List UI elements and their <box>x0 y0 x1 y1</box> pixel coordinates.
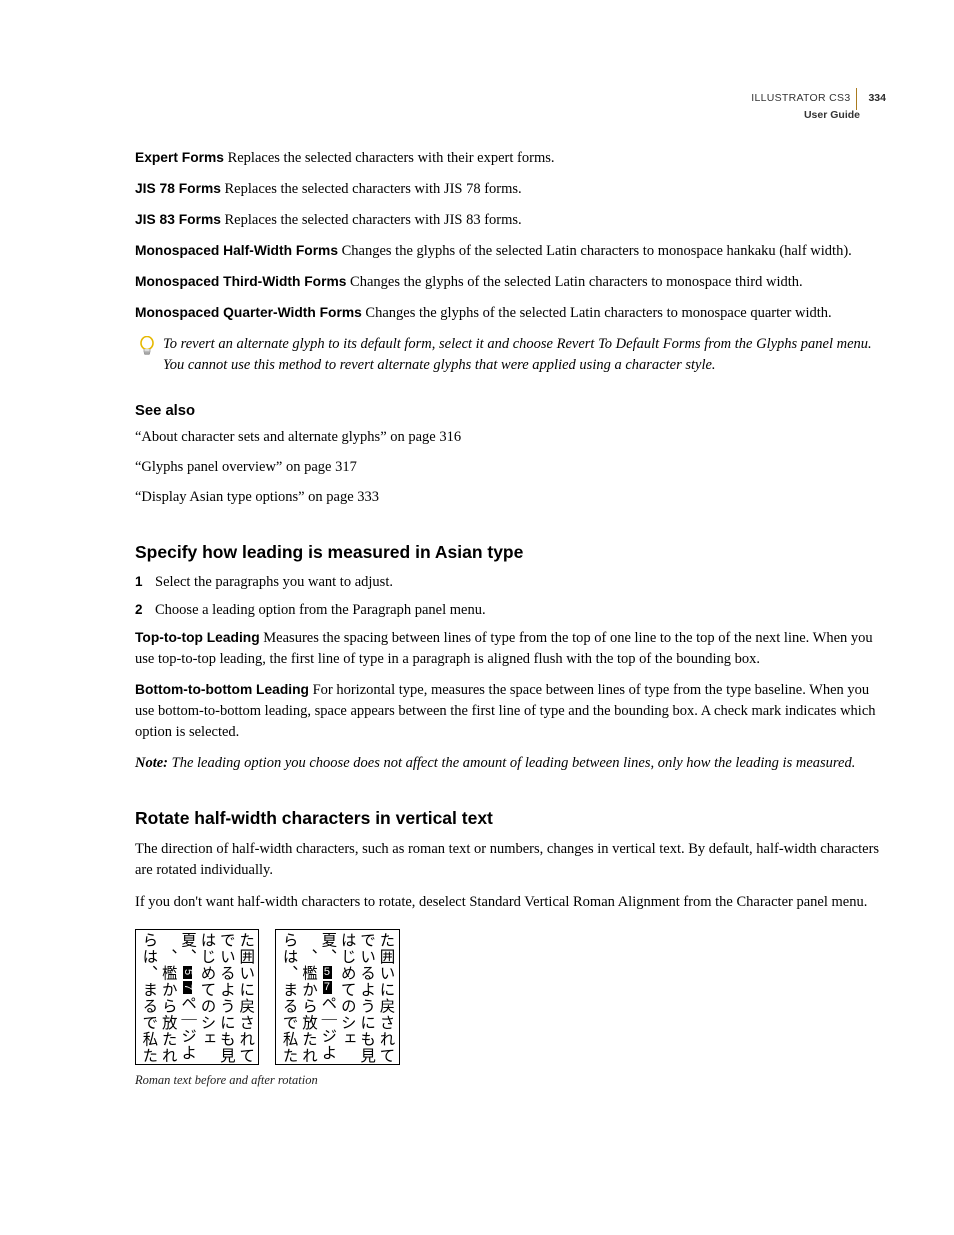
def-expert-forms: Expert Forms Replaces the selected chara… <box>135 148 886 169</box>
jp-col: 、檻から放たれた <box>299 932 318 1064</box>
jp-col: はじめてのシェ <box>197 932 216 1064</box>
jp-col: でいるようにも見 <box>357 932 376 1064</box>
def-mono-quarter: Monospaced Quarter-Width Forms Changes t… <box>135 303 886 324</box>
def-term: Monospaced Half-Width Forms <box>135 243 338 258</box>
figure-rotation: た囲いに戻されて でいるようにも見 はじめてのシェ 夏、57ペ｜ジよ 、檻から放… <box>135 929 886 1089</box>
def-jis78: JIS 78 Forms Replaces the selected chara… <box>135 179 886 200</box>
note-label: Note: <box>135 755 168 771</box>
roman-upright: 5 <box>323 966 332 979</box>
rotate-p2: If you don't want half-width characters … <box>135 892 886 913</box>
figure-caption: Roman text before and after rotation <box>135 1071 886 1089</box>
roman-upright: 7 <box>323 981 332 994</box>
figure-row: た囲いに戻されて でいるようにも見 はじめてのシェ 夏、57ペ｜ジよ 、檻から放… <box>135 929 886 1065</box>
def-bottom-to-bottom: Bottom-to-bottom Leading For horizontal … <box>135 680 886 743</box>
def-text: Replaces the selected characters with JI… <box>221 181 522 197</box>
lightbulb-icon <box>139 336 155 365</box>
header-line-1: ILLUSTRATOR CS3 334 <box>751 88 886 110</box>
def-term: Monospaced Third-Width Forms <box>135 274 346 289</box>
def-term: JIS 78 Forms <box>135 181 221 196</box>
step-1: 1 Select the paragraphs you want to adju… <box>135 572 886 593</box>
jp-col: らは、まるで私た <box>279 932 298 1064</box>
roman-rotated: 7 <box>183 981 192 994</box>
page-header: ILLUSTRATOR CS3 334 User Guide <box>751 88 886 123</box>
see-also-heading: See also <box>135 401 886 422</box>
def-text: Changes the glyphs of the selected Latin… <box>362 305 832 321</box>
see-also-item: “Display Asian type options” on page 333 <box>135 487 886 508</box>
page-number: 334 <box>868 91 886 106</box>
jp-col: でいるようにも見 <box>217 932 236 1064</box>
figure-after: た囲いに戻されて でいるようにも見 はじめてのシェ 夏、57ペ｜ジよ 、檻から放… <box>275 929 399 1065</box>
def-term: JIS 83 Forms <box>135 212 221 227</box>
heading-rotate: Rotate half-width characters in vertical… <box>135 806 886 831</box>
roman-rotated: 5 <box>183 966 192 979</box>
tip-block: To revert an alternate glyph to its defa… <box>135 334 886 375</box>
def-term: Top-to-top Leading <box>135 630 260 645</box>
jp-col: た囲いに戻されて <box>236 932 255 1064</box>
step-text: Choose a leading option from the Paragra… <box>155 600 886 621</box>
heading-leading: Specify how leading is measured in Asian… <box>135 540 886 565</box>
def-top-to-top: Top-to-top Leading Measures the spacing … <box>135 628 886 670</box>
def-mono-third: Monospaced Third-Width Forms Changes the… <box>135 272 886 293</box>
see-also-item: “About character sets and alternate glyp… <box>135 427 886 448</box>
jp-col: 夏、57ペ｜ジよ <box>318 932 337 1064</box>
step-number: 2 <box>135 600 155 621</box>
def-term: Expert Forms <box>135 150 224 165</box>
def-text: Changes the glyphs of the selected Latin… <box>346 274 802 290</box>
jp-col: はじめてのシェ <box>337 932 356 1064</box>
def-jis83: JIS 83 Forms Replaces the selected chara… <box>135 210 886 231</box>
def-term: Monospaced Quarter-Width Forms <box>135 305 362 320</box>
def-text: Replaces the selected characters with JI… <box>221 212 522 228</box>
step-text: Select the paragraphs you want to adjust… <box>155 572 886 593</box>
page: ILLUSTRATOR CS3 334 User Guide Expert Fo… <box>0 0 954 1235</box>
header-divider <box>856 88 857 110</box>
def-term: Bottom-to-bottom Leading <box>135 682 309 697</box>
tip-text: To revert an alternate glyph to its defa… <box>163 334 886 375</box>
product-name: ILLUSTRATOR CS3 <box>751 91 850 106</box>
note: Note: The leading option you choose does… <box>135 753 886 774</box>
see-also-item: “Glyphs panel overview” on page 317 <box>135 457 886 478</box>
jp-col: 夏、57ペ｜ジよ <box>178 932 197 1064</box>
jp-col: らは、まるで私た <box>139 932 158 1064</box>
figure-before: た囲いに戻されて でいるようにも見 はじめてのシェ 夏、57ペ｜ジよ 、檻から放… <box>135 929 259 1065</box>
step-2: 2 Choose a leading option from the Parag… <box>135 600 886 621</box>
def-text: Replaces the selected characters with th… <box>224 150 555 166</box>
header-subtitle: User Guide <box>751 108 860 123</box>
def-text: Changes the glyphs of the selected Latin… <box>338 243 852 259</box>
jp-col: 、檻から放たれた <box>158 932 177 1064</box>
rotate-p1: The direction of half-width characters, … <box>135 839 886 881</box>
jp-col: た囲いに戻されて <box>376 932 395 1064</box>
def-mono-half: Monospaced Half-Width Forms Changes the … <box>135 241 886 262</box>
content: Expert Forms Replaces the selected chara… <box>135 148 886 1089</box>
note-text: The leading option you choose does not a… <box>168 755 855 771</box>
step-number: 1 <box>135 572 155 593</box>
